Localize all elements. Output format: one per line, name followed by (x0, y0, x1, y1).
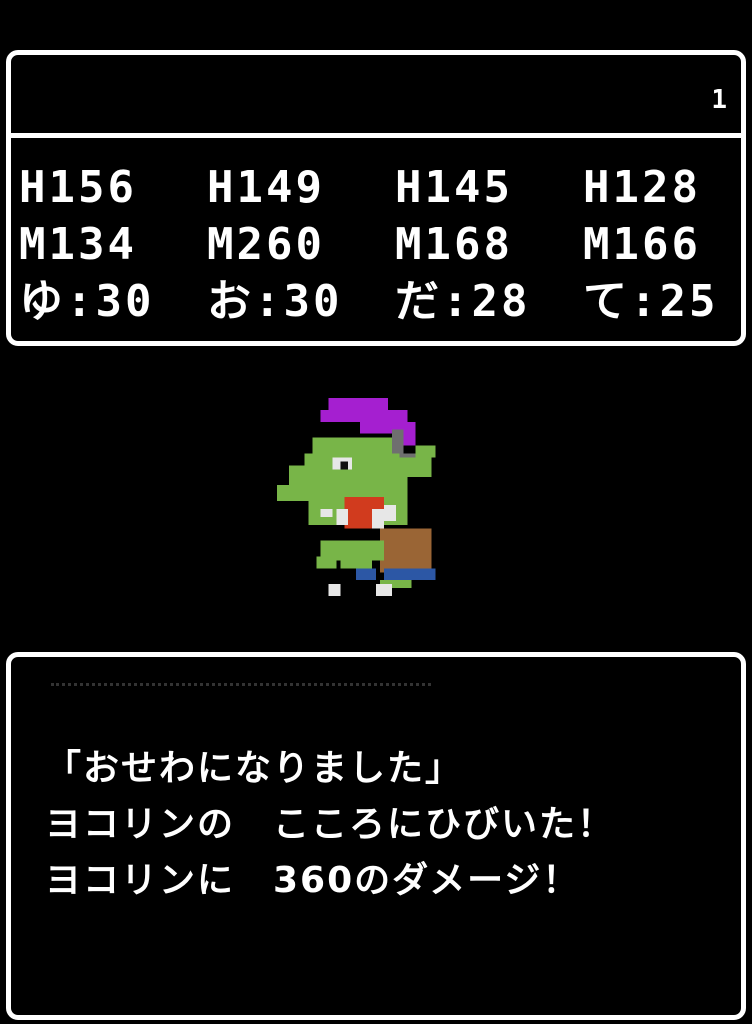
battle-message-lines: 「おせわになりました」 ヨコリンの こころにひびいた！ ヨコリンに 360のダメ… (45, 741, 735, 909)
goblin-sprite-icon[interactable] (276, 398, 468, 604)
party-status-grid: H156 M134 ゆ:30 H149 M260 お:30 H145 M168 … (19, 159, 739, 330)
status-header-value: 1 (711, 85, 727, 115)
status-header: 1 (11, 55, 741, 138)
hp-value: H145 (395, 162, 513, 213)
mp-value: M260 (207, 219, 325, 270)
hp-value: H149 (207, 162, 325, 213)
mp-value: M134 (19, 219, 137, 270)
message-line-3: ヨコリンに 360のダメージ！ (45, 860, 581, 901)
party-member-2[interactable]: H149 M260 お:30 (207, 159, 395, 330)
level-value: だ:28 (395, 276, 531, 327)
party-member-1[interactable]: H156 M134 ゆ:30 (19, 159, 207, 330)
level-value: ゆ:30 (19, 276, 155, 327)
faint-dotted-line (51, 683, 431, 694)
hp-value: H128 (583, 162, 701, 213)
mp-value: M168 (395, 219, 513, 270)
party-member-3[interactable]: H145 M168 だ:28 (395, 159, 583, 330)
party-status-window: 1 H156 M134 ゆ:30 H149 M260 お:30 H145 M16… (6, 50, 746, 346)
level-value: て:25 (583, 276, 719, 327)
level-value: お:30 (207, 276, 343, 327)
mp-value: M166 (583, 219, 701, 270)
party-member-4[interactable]: H128 M166 て:25 (583, 159, 752, 330)
enemy-area[interactable] (276, 398, 468, 604)
hp-value: H156 (19, 162, 137, 213)
battle-message-window: 「おせわになりました」 ヨコリンの こころにひびいた！ ヨコリンに 360のダメ… (6, 652, 746, 1020)
message-line-1: 「おせわになりました」 (45, 748, 464, 789)
message-line-2: ヨコリンの こころにひびいた！ (45, 804, 616, 845)
